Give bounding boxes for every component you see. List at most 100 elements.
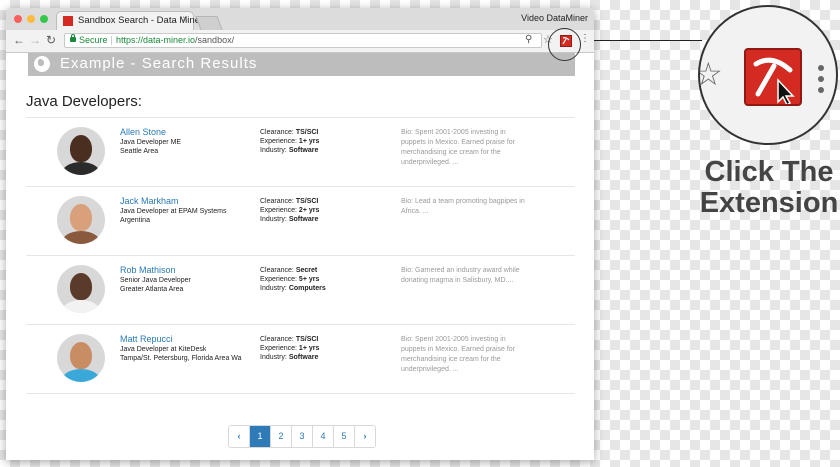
lock-icon	[70, 34, 76, 42]
experience: Experience: 2+ yrs	[260, 207, 319, 214]
window-minimize-button[interactable]	[27, 15, 35, 23]
developer-title: Java Developer at EPAM Systems	[120, 208, 227, 215]
call-to-action: Click The Extension	[698, 157, 840, 219]
list-item: Matt Repucci Java Developer at KiteDesk Ta…	[26, 324, 575, 394]
experience-value: 1+ yrs	[298, 345, 320, 352]
avatar-shirt	[62, 369, 100, 382]
new-tab-button[interactable]	[195, 16, 223, 30]
cta-line-1: Click The	[704, 156, 834, 188]
forward-button[interactable]: →	[29, 33, 41, 47]
avatar	[57, 196, 105, 244]
page-content: Example - Search Results Java Developers…	[6, 53, 594, 460]
clearance-label: Clearance:	[260, 198, 294, 205]
clearance-value: Secret	[295, 267, 318, 274]
window-maximize-button[interactable]	[40, 15, 48, 23]
clearance-value: TS/SCI	[295, 198, 319, 205]
industry-value: Software	[288, 147, 319, 154]
url-text[interactable]: https://data-miner.io/sandbox/	[116, 35, 234, 45]
address-divider	[111, 36, 112, 45]
experience: Experience: 5+ yrs	[260, 276, 319, 283]
browser-menu-icon[interactable]: ⋮	[580, 33, 590, 44]
developer-name-link[interactable]: Rob Mathison	[120, 265, 176, 275]
industry-label: Industry:	[260, 354, 287, 361]
pagination-page-2[interactable]: 2	[271, 426, 292, 447]
experience-value: 5+ yrs	[298, 276, 320, 283]
results-heading: Java Developers:	[26, 93, 142, 110]
page-banner: Example - Search Results	[28, 53, 575, 76]
pagination-page-3[interactable]: 3	[292, 426, 313, 447]
clearance: Clearance: TS/SCI	[260, 129, 318, 136]
pagination: ‹ 1 2 3 4 5 ›	[228, 425, 376, 448]
banner-title: Example - Search Results	[60, 55, 258, 72]
avatar	[57, 334, 105, 382]
developer-name-link[interactable]: Matt Repucci	[120, 334, 173, 344]
experience: Experience: 1+ yrs	[260, 345, 319, 352]
industry-value: Software	[288, 216, 319, 223]
developer-name-link[interactable]: Allen Stone	[120, 127, 166, 137]
developer-location: Seattle Area	[120, 148, 159, 155]
developer-title: Java Developer at KiteDesk	[120, 346, 207, 353]
cta-line-2: Extension	[699, 187, 839, 219]
list-item: Rob Mathison Senior Java Developer Greater…	[26, 255, 575, 324]
magnified-extension-view: ☆	[698, 5, 838, 145]
experience-value: 1+ yrs	[298, 138, 320, 145]
search-icon[interactable]: ⚲	[525, 34, 532, 45]
experience: Experience: 1+ yrs	[260, 138, 319, 145]
developer-bio: Bio: Spent 2001-2005 investing in puppet…	[401, 129, 516, 166]
profile-name[interactable]: Video DataMiner	[521, 13, 588, 23]
avatar-face	[70, 342, 92, 369]
industry: Industry: Software	[260, 354, 318, 361]
experience-label: Experience:	[260, 207, 297, 214]
clearance-label: Clearance:	[260, 129, 294, 136]
clearance-label: Clearance:	[260, 267, 294, 274]
avatar-face	[70, 135, 92, 162]
clearance: Clearance: TS/SCI	[260, 336, 318, 343]
developer-name-link[interactable]: Jack Markham	[120, 196, 179, 206]
developer-location: Greater Atlanta Area	[120, 286, 184, 293]
experience-label: Experience:	[260, 138, 297, 145]
menu-dots-icon	[818, 65, 824, 98]
experience-label: Experience:	[260, 345, 297, 352]
browser-toolbar: ← → ↻ Secure https://data-miner.io/sandb…	[6, 30, 594, 53]
developer-bio: Bio: Garnered an industry award while do…	[401, 267, 520, 284]
back-button[interactable]: ←	[13, 33, 25, 47]
pagination-prev-button[interactable]: ‹	[229, 426, 250, 447]
pagination-page-4[interactable]: 4	[313, 426, 334, 447]
clearance-value: TS/SCI	[295, 129, 319, 136]
avatar-face	[70, 204, 92, 231]
browser-tab[interactable]: Sandbox Search - Data Miner ×	[56, 11, 203, 30]
list-item: Jack Markham Java Developer at EPAM Syste…	[26, 186, 575, 255]
experience-label: Experience:	[260, 276, 297, 283]
industry-label: Industry:	[260, 147, 287, 154]
pagination-page-5[interactable]: 5	[334, 426, 355, 447]
address-bar[interactable]: Secure https://data-miner.io/sandbox/	[64, 33, 542, 48]
experience-value: 2+ yrs	[298, 207, 320, 214]
developer-location: Argentina	[120, 217, 150, 224]
industry-value: Software	[288, 354, 319, 361]
data-miner-favicon-icon	[63, 16, 73, 26]
industry: Industry: Computers	[260, 285, 326, 292]
developer-bio: Bio: Spent 2001-2005 investing in puppet…	[401, 336, 516, 373]
pickaxe-icon	[753, 57, 795, 107]
pagination-page-1[interactable]: 1	[250, 426, 271, 447]
browser-window: Sandbox Search - Data Miner × Video Data…	[6, 8, 594, 460]
avatar	[57, 265, 105, 313]
window-close-button[interactable]	[14, 15, 22, 23]
list-item: Allen Stone Java Developer ME Seattle Area…	[26, 117, 575, 186]
avatar-shirt	[62, 300, 100, 313]
clearance: Clearance: Secret	[260, 267, 317, 274]
industry-label: Industry:	[260, 285, 287, 292]
clearance-value: TS/SCI	[295, 336, 319, 343]
callout-line	[594, 40, 702, 41]
data-miner-extension-button-zoomed[interactable]	[744, 48, 802, 107]
magnifier-source-circle	[548, 28, 581, 61]
reload-button[interactable]: ↻	[46, 33, 56, 47]
tab-close-icon[interactable]: ×	[182, 14, 188, 25]
pagination-next-button[interactable]: ›	[355, 426, 375, 447]
avatar-face	[70, 273, 92, 300]
url-path: /sandbox/	[195, 35, 235, 45]
developer-title: Java Developer ME	[120, 139, 182, 146]
developer-bio: Bio: Lead a team promoting bagpipes in A…	[401, 198, 525, 215]
clearance-label: Clearance:	[260, 336, 294, 343]
industry: Industry: Software	[260, 216, 318, 223]
